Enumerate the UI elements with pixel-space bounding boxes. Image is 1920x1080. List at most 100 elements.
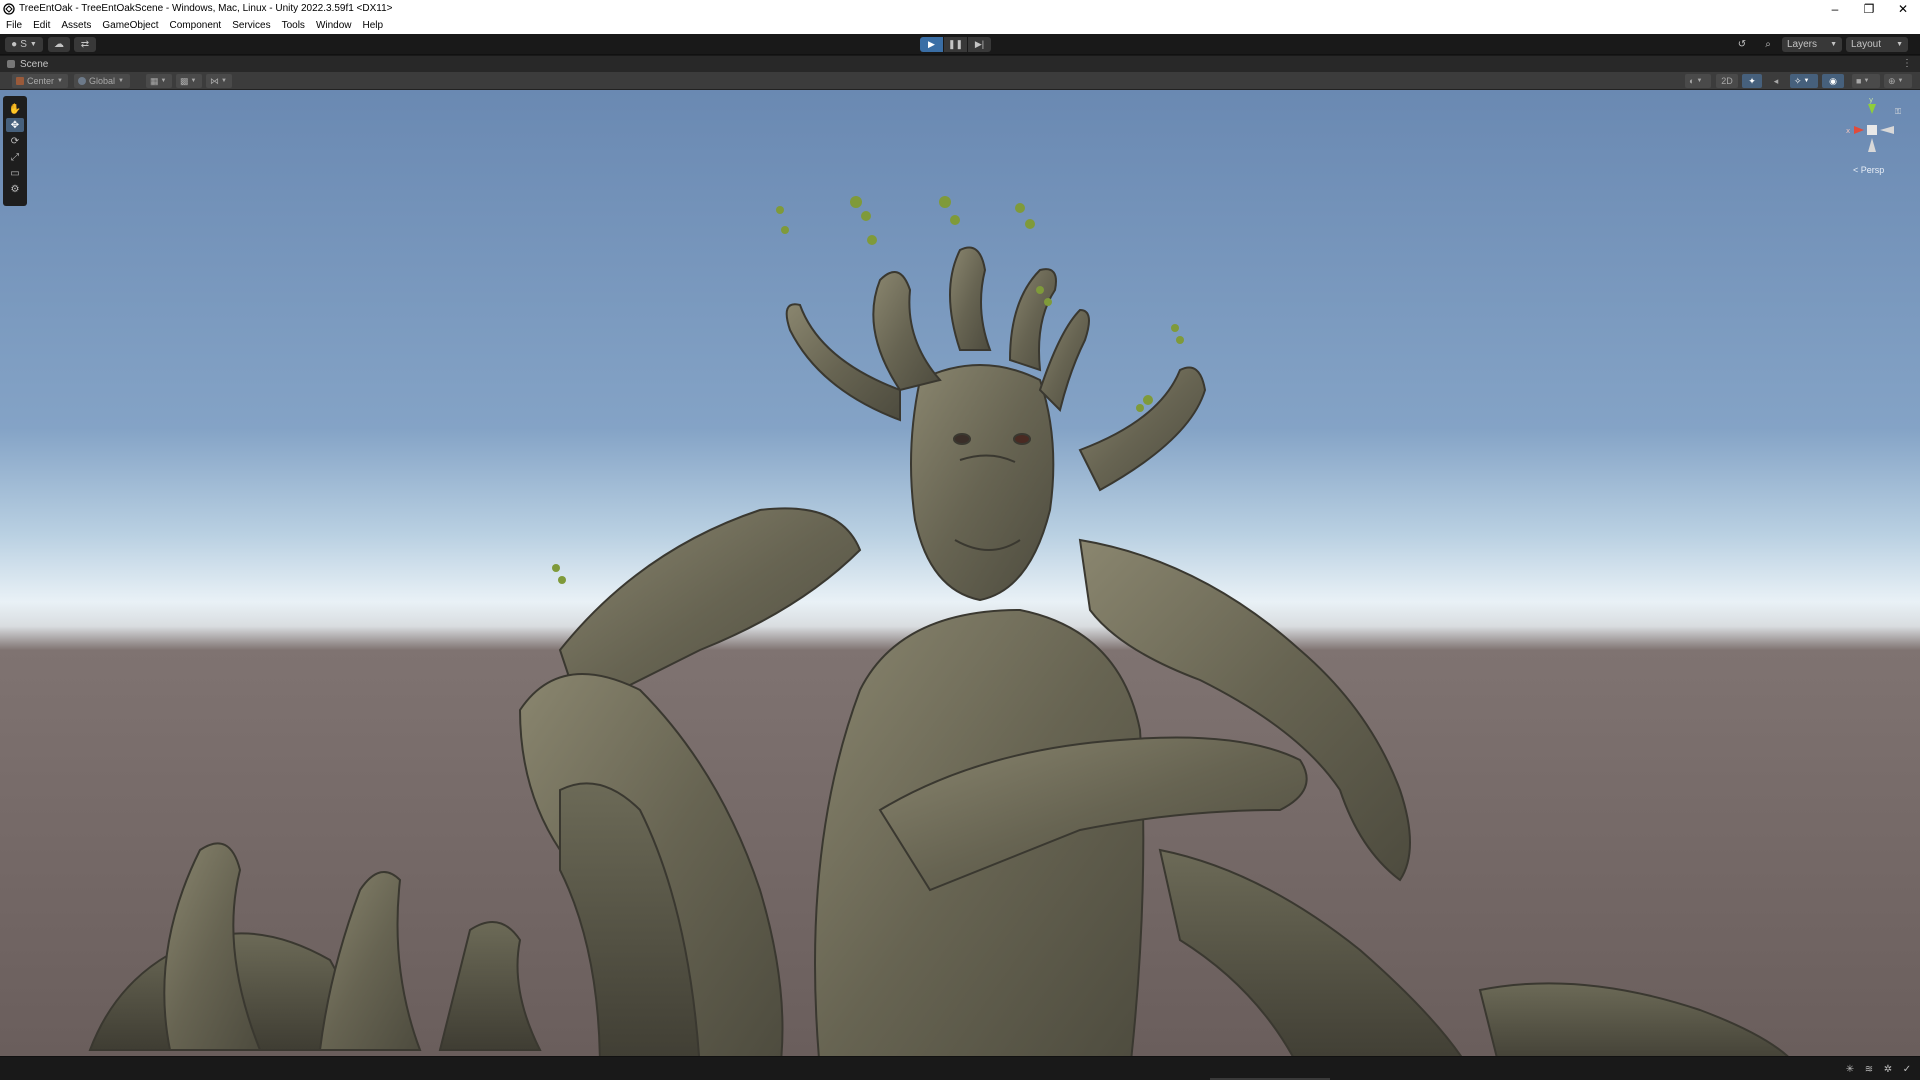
layers-dropdown[interactable]: Layers ▼ (1782, 37, 1842, 52)
menu-bar: File Edit Assets GameObject Component Se… (0, 17, 1920, 34)
move-tool-icon[interactable]: ✥ (6, 118, 24, 132)
chevron-down-icon: ▼ (118, 78, 124, 84)
gizmos-dropdown[interactable]: ⊕ ▼ (1884, 74, 1912, 88)
title-bar: TreeEntOak - TreeEntOakScene - Windows, … (0, 0, 1920, 17)
status-bar: ✳ ≋ ✲ ✓ (0, 1056, 1920, 1080)
pivot-icon (16, 77, 24, 85)
minimize-button[interactable]: – (1818, 0, 1852, 17)
effects-dropdown[interactable]: ✧ ▼ (1790, 74, 1818, 88)
chevron-down-icon: ▼ (1863, 78, 1870, 84)
step-button[interactable]: ▶| (968, 37, 991, 52)
search-icon: ⌕ (1765, 39, 1771, 50)
cloud-icon: ☁ (54, 39, 64, 50)
layers-label: Layers (1787, 39, 1818, 50)
scene-tab-bar: Scene ⋮ (0, 56, 1920, 72)
hidden-eye-icon: ◉ (1829, 75, 1837, 86)
globe-icon (78, 77, 86, 85)
scene-viewport[interactable] (0, 90, 1920, 1056)
account-icon: ● (11, 39, 18, 50)
layout-dropdown[interactable]: Layout ▼ (1846, 37, 1908, 52)
snap-increment-button[interactable]: ▩ ▼ (176, 74, 202, 88)
speaker-icon: ◂ (1773, 75, 1779, 86)
chevron-down-icon: ▼ (29, 41, 37, 48)
pivot-dropdown[interactable]: Center ▼ (12, 74, 68, 88)
bug-icon[interactable]: ✳ (1843, 1062, 1857, 1076)
menu-gameobject[interactable]: GameObject (102, 20, 158, 31)
chevron-down-icon: ▼ (190, 78, 197, 84)
menu-help[interactable]: Help (363, 20, 384, 31)
layout-label: Layout (1851, 39, 1882, 50)
restore-button[interactable]: ❐ (1852, 0, 1886, 17)
status-icons: ✳ ≋ ✲ ✓ (1838, 1062, 1914, 1076)
projection-label[interactable]: < Persp (1853, 165, 1884, 175)
menu-tools[interactable]: Tools (282, 20, 305, 31)
layers-status-icon[interactable]: ≋ (1862, 1062, 1876, 1076)
lighting-toggle[interactable]: ✦ (1742, 74, 1762, 88)
rotate-tool-icon[interactable]: ⟳ (6, 134, 24, 148)
scale-tool-icon[interactable]: ⤢ (6, 150, 24, 164)
grid-visibility-icon: ▦ (150, 75, 159, 86)
mode-2d-label: 2D (1721, 76, 1733, 86)
tab-scene-label: Scene (20, 58, 49, 70)
menu-assets[interactable]: Assets (61, 20, 91, 31)
snap-icon: ▩ (180, 75, 189, 86)
menu-component[interactable]: Component (170, 20, 222, 31)
x-axis-cone[interactable] (1854, 126, 1864, 134)
play-button[interactable]: ▶ (920, 37, 943, 52)
neg-x-axis-cone[interactable] (1880, 126, 1894, 134)
y-axis-label: y (1869, 96, 1873, 104)
effects-icon: ✧ (1794, 75, 1802, 86)
chevron-down-icon: ▼ (160, 78, 167, 84)
chevron-down-icon: ▼ (1896, 41, 1903, 48)
lightbulb-icon: ✦ (1748, 75, 1756, 86)
pivot-label: Center (27, 76, 55, 86)
scene-visibility-toggle[interactable]: ◉ (1822, 74, 1844, 88)
tab-scene[interactable]: Scene (0, 59, 48, 70)
chevron-down-icon: ▼ (1897, 78, 1904, 84)
camera-dropdown[interactable]: ■ ▼ (1852, 74, 1880, 88)
window-title: TreeEntOak - TreeEntOakScene - Windows, … (19, 3, 393, 14)
handle-label: Global (89, 76, 116, 86)
window-controls: – ❐ ✕ (1818, 0, 1920, 17)
network-icon[interactable]: ✲ (1881, 1062, 1895, 1076)
draw-mode-dropdown[interactable]: ◐ ▼ (1685, 74, 1711, 88)
menu-window[interactable]: Window (316, 20, 352, 31)
pause-button[interactable]: ❚❚ (944, 37, 967, 52)
account-button[interactable]: ● S ▼ (5, 37, 43, 52)
close-button[interactable]: ✕ (1886, 0, 1920, 17)
search-button[interactable]: ⌕ (1758, 37, 1778, 52)
chevron-down-icon: ▼ (1830, 41, 1837, 48)
x-axis-label: x (1846, 127, 1850, 135)
unity-logo-icon (3, 2, 15, 15)
account-label: S (20, 39, 27, 50)
version-control-icon: ⇄ (80, 39, 90, 50)
neg-y-axis-cone[interactable] (1868, 138, 1876, 152)
toggle-2d-button[interactable]: 2D (1716, 74, 1738, 88)
lock-icon[interactable]: ⚿ (1895, 107, 1901, 116)
menu-file[interactable]: File (6, 20, 22, 31)
audio-toggle[interactable]: ◂ (1766, 74, 1786, 88)
menu-edit[interactable]: Edit (33, 20, 50, 31)
increment-snap-button[interactable]: ⋈ ▼ (206, 74, 232, 88)
version-control-button[interactable]: ⇄ (74, 37, 96, 52)
gizmos-icon: ⊕ (1888, 75, 1896, 86)
scene-render (0, 90, 1920, 1056)
hand-tool-icon[interactable]: ✋ (6, 102, 24, 116)
shading-icon: ◐ (1689, 76, 1695, 86)
chevron-down-icon: ▼ (1803, 78, 1810, 84)
gizmo-center-cube[interactable] (1867, 125, 1877, 135)
rect-tool-icon[interactable]: ▭ (6, 166, 24, 180)
chevron-down-icon: ▼ (1696, 78, 1703, 84)
increment-snap-icon: ⋈ (210, 75, 219, 86)
scene-icon (7, 60, 15, 68)
more-options-icon[interactable]: ⋮ (1902, 58, 1912, 69)
history-button[interactable]: ↺ (1732, 37, 1752, 52)
grid-snapping-button[interactable]: ▦ ▼ (146, 74, 172, 88)
cloud-button[interactable]: ☁ (48, 37, 70, 52)
handle-rotation-dropdown[interactable]: Global ▼ (74, 74, 130, 88)
check-icon[interactable]: ✓ (1900, 1062, 1914, 1076)
menu-services[interactable]: Services (232, 20, 270, 31)
scene-toolbar: Center ▼ Global ▼ ▦ ▼ ▩ ▼ ⋈ ▼ ◐ ▼ 2D ✦ ◂… (0, 72, 1920, 90)
y-axis-cone[interactable] (1868, 104, 1876, 114)
transform-tool-icon[interactable]: ⚙ (6, 182, 24, 196)
